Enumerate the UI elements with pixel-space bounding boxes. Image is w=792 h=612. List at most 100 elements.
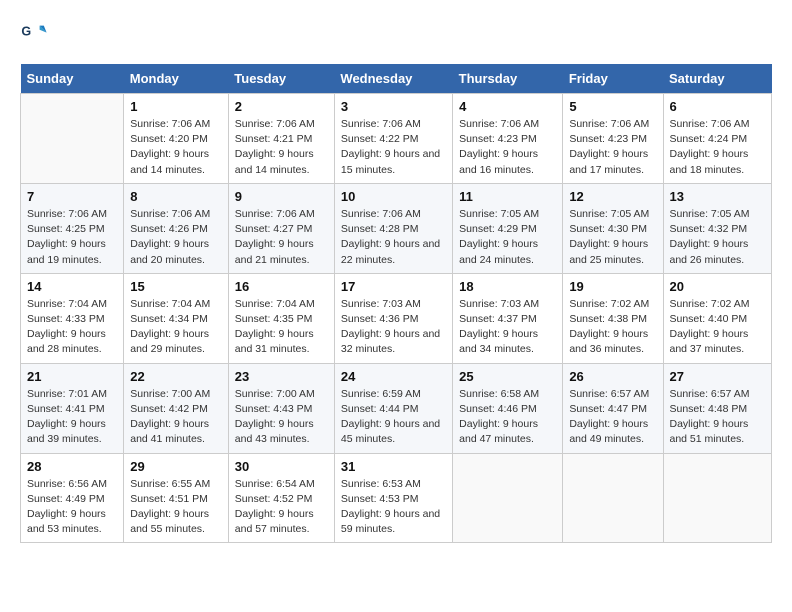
- day-detail: Sunrise: 7:06 AMSunset: 4:23 PMDaylight:…: [459, 117, 556, 178]
- day-detail: Sunrise: 7:00 AMSunset: 4:43 PMDaylight:…: [235, 387, 328, 448]
- day-number: 31: [341, 459, 446, 474]
- day-number: 14: [27, 279, 117, 294]
- calendar-cell: 6 Sunrise: 7:06 AMSunset: 4:24 PMDaylight…: [663, 94, 772, 184]
- day-detail: Sunrise: 7:01 AMSunset: 4:41 PMDaylight:…: [27, 387, 117, 448]
- logo-icon: G: [20, 20, 48, 48]
- calendar-cell: 19 Sunrise: 7:02 AMSunset: 4:38 PMDayligh…: [563, 273, 663, 363]
- calendar-cell: 23 Sunrise: 7:00 AMSunset: 4:43 PMDayligh…: [228, 363, 334, 453]
- column-header-friday: Friday: [563, 64, 663, 94]
- day-number: 26: [569, 369, 656, 384]
- calendar-cell: 11 Sunrise: 7:05 AMSunset: 4:29 PMDayligh…: [453, 183, 563, 273]
- day-number: 19: [569, 279, 656, 294]
- day-number: 22: [130, 369, 222, 384]
- day-detail: Sunrise: 7:06 AMSunset: 4:26 PMDaylight:…: [130, 207, 222, 268]
- day-number: 24: [341, 369, 446, 384]
- calendar-cell: 28 Sunrise: 6:56 AMSunset: 4:49 PMDayligh…: [21, 453, 124, 543]
- calendar-week-row: 28 Sunrise: 6:56 AMSunset: 4:49 PMDayligh…: [21, 453, 772, 543]
- day-detail: Sunrise: 7:06 AMSunset: 4:28 PMDaylight:…: [341, 207, 446, 268]
- day-detail: Sunrise: 7:05 AMSunset: 4:30 PMDaylight:…: [569, 207, 656, 268]
- calendar-cell: 24 Sunrise: 6:59 AMSunset: 4:44 PMDayligh…: [334, 363, 452, 453]
- day-number: 7: [27, 189, 117, 204]
- calendar-cell: 21Sunrise: 7:01 AMSunset: 4:41 PMDayligh…: [21, 363, 124, 453]
- calendar-cell: 22 Sunrise: 7:00 AMSunset: 4:42 PMDayligh…: [124, 363, 229, 453]
- day-detail: Sunrise: 7:03 AMSunset: 4:36 PMDaylight:…: [341, 297, 446, 358]
- calendar-cell: 30 Sunrise: 6:54 AMSunset: 4:52 PMDayligh…: [228, 453, 334, 543]
- calendar-cell: 29 Sunrise: 6:55 AMSunset: 4:51 PMDayligh…: [124, 453, 229, 543]
- day-detail: Sunrise: 6:57 AMSunset: 4:48 PMDaylight:…: [670, 387, 766, 448]
- day-number: 29: [130, 459, 222, 474]
- page-header: G: [20, 20, 772, 48]
- day-number: 2: [235, 99, 328, 114]
- day-detail: Sunrise: 6:54 AMSunset: 4:52 PMDaylight:…: [235, 477, 328, 538]
- day-detail: Sunrise: 7:06 AMSunset: 4:27 PMDaylight:…: [235, 207, 328, 268]
- day-number: 10: [341, 189, 446, 204]
- day-detail: Sunrise: 7:02 AMSunset: 4:40 PMDaylight:…: [670, 297, 766, 358]
- calendar-cell: 25Sunrise: 6:58 AMSunset: 4:46 PMDayligh…: [453, 363, 563, 453]
- day-number: 9: [235, 189, 328, 204]
- day-number: 30: [235, 459, 328, 474]
- day-number: 11: [459, 189, 556, 204]
- calendar-cell: 9 Sunrise: 7:06 AMSunset: 4:27 PMDaylight…: [228, 183, 334, 273]
- calendar-cell: 5 Sunrise: 7:06 AMSunset: 4:23 PMDaylight…: [563, 94, 663, 184]
- day-detail: Sunrise: 6:56 AMSunset: 4:49 PMDaylight:…: [27, 477, 117, 538]
- day-number: 13: [670, 189, 766, 204]
- day-detail: Sunrise: 6:53 AMSunset: 4:53 PMDaylight:…: [341, 477, 446, 538]
- calendar-cell: [453, 453, 563, 543]
- calendar-cell: [663, 453, 772, 543]
- calendar-week-row: 7Sunrise: 7:06 AMSunset: 4:25 PMDaylight…: [21, 183, 772, 273]
- day-detail: Sunrise: 7:05 AMSunset: 4:29 PMDaylight:…: [459, 207, 556, 268]
- day-detail: Sunrise: 7:04 AMSunset: 4:33 PMDaylight:…: [27, 297, 117, 358]
- day-detail: Sunrise: 6:59 AMSunset: 4:44 PMDaylight:…: [341, 387, 446, 448]
- calendar-cell: [21, 94, 124, 184]
- column-header-wednesday: Wednesday: [334, 64, 452, 94]
- day-detail: Sunrise: 7:05 AMSunset: 4:32 PMDaylight:…: [670, 207, 766, 268]
- calendar-cell: 14 Sunrise: 7:04 AMSunset: 4:33 PMDayligh…: [21, 273, 124, 363]
- calendar-cell: 26 Sunrise: 6:57 AMSunset: 4:47 PMDayligh…: [563, 363, 663, 453]
- day-number: 16: [235, 279, 328, 294]
- day-detail: Sunrise: 7:06 AMSunset: 4:24 PMDaylight:…: [670, 117, 766, 178]
- calendar-cell: 16 Sunrise: 7:04 AMSunset: 4:35 PMDayligh…: [228, 273, 334, 363]
- calendar-cell: 13 Sunrise: 7:05 AMSunset: 4:32 PMDayligh…: [663, 183, 772, 273]
- day-number: 28: [27, 459, 117, 474]
- calendar-cell: 15 Sunrise: 7:04 AMSunset: 4:34 PMDayligh…: [124, 273, 229, 363]
- calendar-cell: 7Sunrise: 7:06 AMSunset: 4:25 PMDaylight…: [21, 183, 124, 273]
- calendar-cell: 1 Sunrise: 7:06 AMSunset: 4:20 PMDaylight…: [124, 94, 229, 184]
- column-header-saturday: Saturday: [663, 64, 772, 94]
- logo: G: [20, 20, 52, 48]
- column-header-monday: Monday: [124, 64, 229, 94]
- day-number: 5: [569, 99, 656, 114]
- calendar-cell: 17 Sunrise: 7:03 AMSunset: 4:36 PMDayligh…: [334, 273, 452, 363]
- day-detail: Sunrise: 6:55 AMSunset: 4:51 PMDaylight:…: [130, 477, 222, 538]
- day-number: 17: [341, 279, 446, 294]
- calendar-cell: 27Sunrise: 6:57 AMSunset: 4:48 PMDayligh…: [663, 363, 772, 453]
- calendar-cell: 4 Sunrise: 7:06 AMSunset: 4:23 PMDaylight…: [453, 94, 563, 184]
- day-detail: Sunrise: 7:06 AMSunset: 4:21 PMDaylight:…: [235, 117, 328, 178]
- day-number: 8: [130, 189, 222, 204]
- column-header-thursday: Thursday: [453, 64, 563, 94]
- day-detail: Sunrise: 7:04 AMSunset: 4:35 PMDaylight:…: [235, 297, 328, 358]
- calendar-cell: 31 Sunrise: 6:53 AMSunset: 4:53 PMDayligh…: [334, 453, 452, 543]
- day-detail: Sunrise: 6:57 AMSunset: 4:47 PMDaylight:…: [569, 387, 656, 448]
- calendar-cell: 8 Sunrise: 7:06 AMSunset: 4:26 PMDaylight…: [124, 183, 229, 273]
- calendar-cell: 2 Sunrise: 7:06 AMSunset: 4:21 PMDaylight…: [228, 94, 334, 184]
- calendar-header-row: SundayMondayTuesdayWednesdayThursdayFrid…: [21, 64, 772, 94]
- day-detail: Sunrise: 7:04 AMSunset: 4:34 PMDaylight:…: [130, 297, 222, 358]
- day-number: 25: [459, 369, 556, 384]
- day-detail: Sunrise: 7:06 AMSunset: 4:20 PMDaylight:…: [130, 117, 222, 178]
- day-detail: Sunrise: 7:06 AMSunset: 4:22 PMDaylight:…: [341, 117, 446, 178]
- day-number: 23: [235, 369, 328, 384]
- column-header-tuesday: Tuesday: [228, 64, 334, 94]
- calendar-cell: 18Sunrise: 7:03 AMSunset: 4:37 PMDayligh…: [453, 273, 563, 363]
- day-number: 12: [569, 189, 656, 204]
- svg-text:G: G: [21, 24, 31, 38]
- day-detail: Sunrise: 7:02 AMSunset: 4:38 PMDaylight:…: [569, 297, 656, 358]
- day-number: 15: [130, 279, 222, 294]
- calendar-cell: [563, 453, 663, 543]
- day-detail: Sunrise: 7:00 AMSunset: 4:42 PMDaylight:…: [130, 387, 222, 448]
- day-number: 1: [130, 99, 222, 114]
- day-detail: Sunrise: 7:06 AMSunset: 4:23 PMDaylight:…: [569, 117, 656, 178]
- day-number: 6: [670, 99, 766, 114]
- day-number: 4: [459, 99, 556, 114]
- day-number: 18: [459, 279, 556, 294]
- calendar-cell: 10 Sunrise: 7:06 AMSunset: 4:28 PMDayligh…: [334, 183, 452, 273]
